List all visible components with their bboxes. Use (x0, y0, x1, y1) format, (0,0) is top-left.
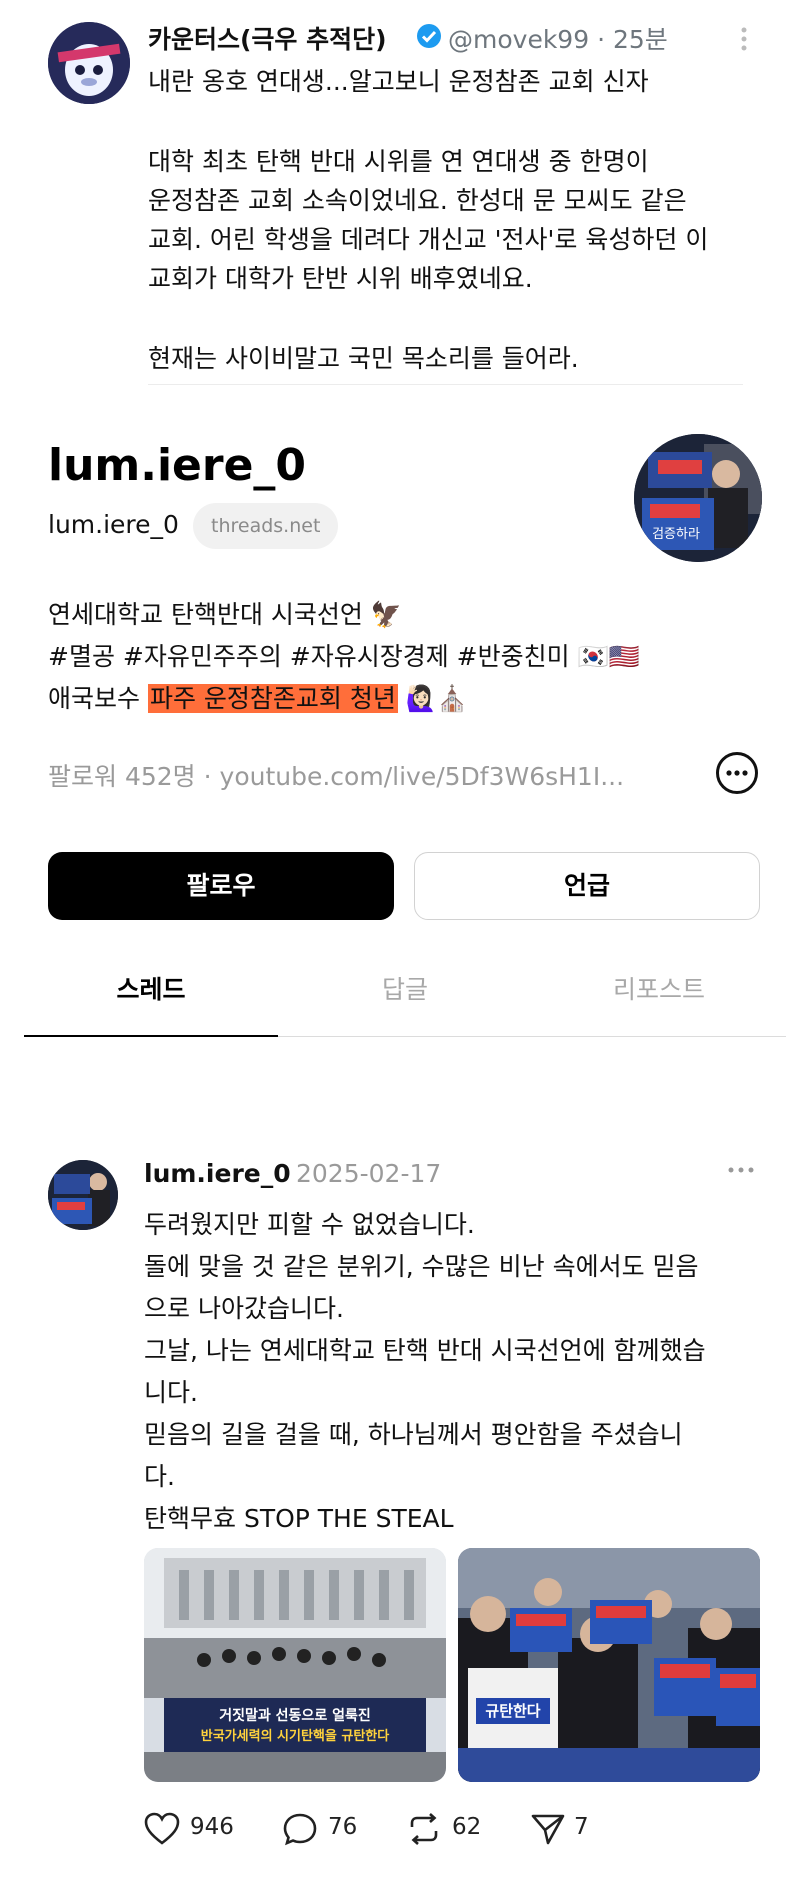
bio-line: 연세대학교 탄핵반대 시국선언 🦅 (48, 600, 402, 629)
repost-icon[interactable] (406, 1812, 442, 1846)
post-text-line: 으로 나아갔습니다. (144, 1294, 344, 1323)
repost-count: 62 (452, 1814, 482, 1840)
verified-badge-icon (416, 23, 442, 49)
tweet-author-name[interactable]: 카운터스(극우 추적단) (148, 20, 387, 56)
bio-line: 애국보수 파주 운정참존교회 청년 🙋🏻‍♀️⛪ (48, 679, 468, 715)
tweet-text-line: 교회가 대학가 탄반 시위 배후였네요. (148, 264, 533, 293)
profile-link[interactable]: youtube.com/live/5Df3W6sH1I... (220, 762, 625, 791)
avatar-sign-text: 검증하라 (652, 527, 700, 542)
post-more-icon[interactable] (726, 1160, 756, 1180)
tab-replies[interactable]: 답글 (278, 970, 532, 1006)
profile-avatar[interactable]: 검증하라 (634, 434, 762, 562)
followers-count[interactable]: 팔로워 452명 (48, 762, 196, 791)
tab-reposts[interactable]: 리포스트 (532, 970, 786, 1006)
tweet-time: · 25분 (597, 25, 668, 54)
share-icon[interactable] (530, 1812, 566, 1846)
tweet-author-avatar[interactable] (48, 22, 130, 104)
post-text-line: 다. (144, 1462, 175, 1491)
domain-chip[interactable]: threads.net (193, 503, 339, 549)
tweet-text-line: 대학 최초 탄핵 반대 시위를 연 연대생 중 한명이 (148, 147, 649, 176)
tweet-text-line: 교회. 어린 학생을 데려다 개신교 '전사'로 육성하던 이 (148, 225, 709, 254)
tweet-handle: @movek99 · 25분 (448, 25, 668, 54)
tweet-more-icon[interactable] (734, 24, 754, 54)
heart-icon[interactable] (144, 1812, 180, 1846)
bio-highlight: 파주 운정참존교회 청년 (147, 684, 398, 713)
bio-suffix: 🙋🏻‍♀️⛪ (397, 684, 469, 713)
tab-threads[interactable]: 스레드 (24, 970, 278, 1006)
divider (148, 384, 743, 385)
sign-text: 규탄한다 (485, 1702, 540, 1720)
share-count: 7 (574, 1814, 589, 1840)
tweet-text-line: 운정참존 교회 소속이었네요. 한성대 문 모씨도 같은 (148, 186, 687, 215)
profile-username: lum.iere_0 (48, 510, 179, 539)
like-count: 946 (190, 1814, 234, 1840)
tweet-text-line: 내란 옹호 연대생...알고보니 운정참존 교회 신자 (148, 67, 649, 96)
post-image-1[interactable]: 거짓말과 선동으로 얼룩진 반국가세력의 시기탄핵을 규탄한다 (144, 1548, 446, 1782)
bio-hashtags[interactable]: #멸공 #자유민주주의 #자유시장경제 #반중친미 🇰🇷🇺🇸 (48, 637, 640, 673)
profile-more-icon[interactable] (716, 752, 758, 794)
followers-and-link: 팔로워 452명 · youtube.com/live/5Df3W6sH1I..… (48, 762, 625, 791)
comment-count: 76 (328, 1814, 358, 1840)
post-avatar[interactable] (48, 1160, 118, 1230)
post-image-2[interactable]: 규탄한다 (458, 1548, 760, 1782)
mention-button[interactable]: 언급 (414, 852, 760, 920)
post-text-line: 믿음의 길을 걸을 때, 하나님께서 평안함을 주셨습니 (144, 1420, 683, 1449)
post-text-line: 그날, 나는 연세대학교 탄핵 반대 시국선언에 함께했습 (144, 1336, 706, 1365)
bio-prefix: 애국보수 (48, 684, 148, 713)
banner-text-2: 반국가세력의 시기탄핵을 규탄한다 (201, 1728, 389, 1744)
post-date: 2025-02-17 (296, 1159, 442, 1188)
post-text-line: 두려웠지만 피할 수 없었습니다. (144, 1210, 475, 1239)
post-text-line: 돌에 맞을 것 같은 분위기, 수많은 비난 속에서도 믿음 (144, 1252, 699, 1281)
tweet-text-line: 현재는 사이비말고 국민 목소리를 들어라. (148, 344, 579, 373)
post-text-line: 니다. (144, 1378, 198, 1407)
tab-active-indicator (24, 1035, 278, 1037)
comment-icon[interactable] (282, 1812, 318, 1846)
profile-display-name: lum.iere_0 (48, 440, 307, 491)
post-text-line: 탄핵무효 STOP THE STEAL (144, 1504, 454, 1533)
banner-text-1: 거짓말과 선동으로 얼룩진 (219, 1707, 370, 1724)
post-username[interactable]: lum.iere_0 (144, 1159, 291, 1188)
follow-button[interactable]: 팔로우 (48, 852, 394, 920)
